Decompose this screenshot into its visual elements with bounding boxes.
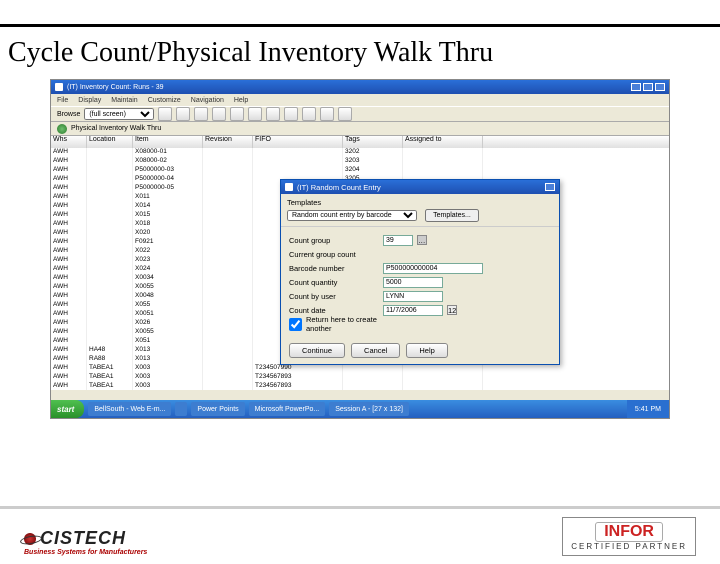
menu-display[interactable]: Display — [78, 97, 101, 104]
table-row[interactable]: AWHTABEA1X003T234507990 — [51, 364, 669, 373]
col-whs[interactable]: Whs — [51, 136, 87, 148]
page-title: Cycle Count/Physical Inventory Walk Thru — [0, 37, 720, 79]
lookup-icon[interactable]: … — [417, 235, 427, 245]
col-item[interactable]: Item — [133, 136, 203, 148]
toolbar-browse-label: Browse — [57, 111, 80, 118]
table-row[interactable]: AWHP5000000-033204 — [51, 166, 669, 175]
dialog-titlebar[interactable]: (IT) Random Count Entry — [281, 180, 559, 194]
footer-rule — [0, 506, 720, 509]
menu-file[interactable]: File — [57, 97, 68, 104]
taskbar-item[interactable]: Power Points — [191, 402, 244, 416]
count-group-label: Count group — [289, 236, 379, 245]
infor-cp: CERTIFIED PARTNER — [571, 542, 687, 551]
col-assigned[interactable]: Assigned to — [403, 136, 483, 148]
dialog-icon — [285, 183, 293, 191]
calendar-icon[interactable]: 12 — [447, 305, 457, 315]
taskbar-item[interactable]: BellSouth - Web E-m... — [88, 402, 171, 416]
tool-button[interactable] — [338, 107, 352, 121]
cancel-button[interactable]: Cancel — [351, 343, 400, 358]
help-button[interactable]: Help — [406, 343, 447, 358]
system-tray[interactable]: 5:41 PM — [627, 400, 669, 418]
window-controls[interactable] — [631, 83, 665, 91]
breadcrumb: Physical Inventory Walk Thru — [71, 125, 161, 132]
current-group-label: Current group count — [289, 250, 379, 259]
tool-button[interactable] — [266, 107, 280, 121]
return-checkbox[interactable] — [289, 318, 302, 331]
barcode-label: Barcode number — [289, 264, 379, 273]
window-title: (IT) Inventory Count: Runs - 39 — [67, 84, 163, 91]
col-revision[interactable]: Revision — [203, 136, 253, 148]
tool-button[interactable] — [212, 107, 226, 121]
tool-button[interactable] — [158, 107, 172, 121]
template-select[interactable]: (full screen) — [84, 108, 154, 120]
tool-button[interactable] — [302, 107, 316, 121]
table-row[interactable]: AWHTABEA1X003T234567893 — [51, 382, 669, 390]
col-fifo[interactable]: FIFO — [253, 136, 343, 148]
tool-button[interactable] — [176, 107, 190, 121]
barcode-field[interactable] — [383, 263, 483, 274]
templates-button[interactable]: Templates... — [425, 209, 479, 222]
cistech-logo: CISTECH Business Systems for Manufacture… — [24, 528, 147, 556]
clock: 5:41 PM — [635, 406, 661, 413]
cistech-name: CISTECH — [40, 528, 126, 549]
start-label: start — [57, 405, 74, 414]
tool-button[interactable] — [248, 107, 262, 121]
back-icon[interactable] — [57, 124, 67, 134]
user-field[interactable] — [383, 291, 443, 302]
tool-button[interactable] — [284, 107, 298, 121]
table-row[interactable]: AWHX08000-013202 — [51, 148, 669, 157]
menu-maintain[interactable]: Maintain — [111, 97, 137, 104]
logo-icon — [24, 533, 36, 545]
app-icon — [55, 83, 63, 91]
user-label: Count by user — [289, 292, 379, 301]
main-titlebar[interactable]: (IT) Inventory Count: Runs - 39 — [51, 80, 669, 94]
menu-navigation[interactable]: Navigation — [191, 97, 224, 104]
random-count-dialog: (IT) Random Count Entry Templates Random… — [280, 179, 560, 365]
grid-header: Whs Location Item Revision FIFO Tags Ass… — [51, 136, 669, 148]
return-label: Return here to create another — [306, 315, 396, 333]
tool-button[interactable] — [230, 107, 244, 121]
cistech-tagline: Business Systems for Manufacturers — [24, 549, 147, 556]
taskbar-item[interactable]: Microsoft PowerPo... — [249, 402, 326, 416]
date-label: Count date — [289, 306, 379, 315]
start-button[interactable]: start — [51, 400, 84, 418]
table-row[interactable]: AWHTABEA1X003T234567893 — [51, 373, 669, 382]
dialog-buttons: Continue Cancel Help — [281, 337, 559, 364]
templates-label: Templates — [287, 198, 553, 207]
template-row: Templates Random count entry by barcode … — [281, 194, 559, 227]
dialog-close[interactable] — [545, 183, 555, 191]
infor-badge: INFOR CERTIFIED PARTNER — [562, 517, 696, 556]
count-group-field[interactable] — [383, 235, 413, 246]
tool-button[interactable] — [320, 107, 334, 121]
footer: CISTECH Business Systems for Manufacture… — [0, 508, 720, 564]
taskbar: start BellSouth - Web E-m... Power Point… — [51, 400, 669, 418]
taskbar-item[interactable]: Session A - [27 x 132] — [329, 402, 409, 416]
menu-help[interactable]: Help — [234, 97, 248, 104]
qty-label: Count quantity — [289, 278, 379, 287]
top-rule — [0, 24, 720, 27]
qty-field[interactable] — [383, 277, 443, 288]
table-row[interactable]: AWHX08000-023203 — [51, 157, 669, 166]
infor-brand: INFOR — [595, 522, 663, 542]
tool-button[interactable] — [194, 107, 208, 121]
dialog-title: (IT) Random Count Entry — [297, 183, 381, 192]
continue-button[interactable]: Continue — [289, 343, 345, 358]
col-location[interactable]: Location — [87, 136, 133, 148]
dialog-body: Count group … Current group count Barcode… — [281, 227, 559, 337]
taskbar-item[interactable] — [175, 402, 187, 416]
breadcrumb-bar: Physical Inventory Walk Thru — [51, 122, 669, 136]
menu-customize[interactable]: Customize — [148, 97, 181, 104]
toolbar: Browse (full screen) — [51, 106, 669, 122]
menubar: File Display Maintain Customize Navigati… — [51, 94, 669, 106]
dialog-template-select[interactable]: Random count entry by barcode — [287, 210, 417, 221]
col-tags[interactable]: Tags — [343, 136, 403, 148]
date-field[interactable] — [383, 305, 443, 316]
